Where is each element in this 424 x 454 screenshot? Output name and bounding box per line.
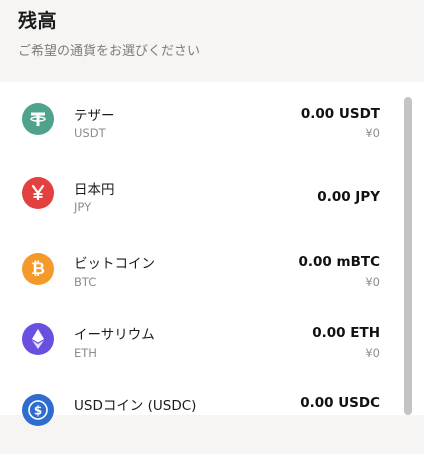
currency-row-usdc[interactable]: $ USDコイン (USDC) 0.00 USDC <box>0 380 424 454</box>
currency-symbol: ETH <box>74 346 97 360</box>
tether-icon <box>22 103 54 135</box>
currency-name: テザー <box>74 108 115 124</box>
currency-amount: 0.00 USDT <box>300 106 380 122</box>
currency-name: USDコイン (USDC) <box>74 398 197 414</box>
currency-jpy-value: ¥0 <box>365 126 380 140</box>
currency-name: ビットコイン <box>74 256 155 272</box>
currency-amount: 0.00 ETH <box>312 325 380 341</box>
currency-row-usdt[interactable]: テザー USDT 0.00 USDT ¥0 <box>0 82 424 156</box>
ethereum-icon <box>22 323 54 355</box>
page-title: 残高 <box>18 10 58 32</box>
currency-row-btc[interactable]: ₿ ビットコイン BTC 0.00 mBTC ¥0 <box>0 232 424 306</box>
currency-name: 日本円 <box>74 182 115 198</box>
currency-symbol: JPY <box>74 200 92 214</box>
scrollbar[interactable] <box>404 97 412 415</box>
currency-list: テザー USDT 0.00 USDT ¥0 日本円 JPY 0.00 JPY ₿… <box>0 82 424 426</box>
yen-icon <box>22 177 54 209</box>
header: 残高 ご希望の通貨をお選びください <box>0 0 424 82</box>
currency-row-eth[interactable]: イーサリウム ETH 0.00 ETH ¥0 <box>0 306 424 380</box>
currency-amount: 0.00 mBTC <box>298 254 380 270</box>
currency-jpy-value: ¥0 <box>365 346 380 360</box>
page-subtitle: ご希望の通貨をお選びください <box>18 44 201 59</box>
bitcoin-icon: ₿ <box>22 253 54 285</box>
currency-name: イーサリウム <box>74 327 155 343</box>
currency-amount: 0.00 JPY <box>317 189 380 205</box>
currency-amount: 0.00 USDC <box>300 395 380 411</box>
currency-symbol: BTC <box>74 275 97 289</box>
svg-text:$: $ <box>34 404 42 418</box>
currency-row-jpy[interactable]: 日本円 JPY 0.00 JPY <box>0 156 424 230</box>
currency-jpy-value: ¥0 <box>365 275 380 289</box>
currency-symbol: USDT <box>74 126 106 140</box>
usdc-icon: $ <box>22 394 54 426</box>
